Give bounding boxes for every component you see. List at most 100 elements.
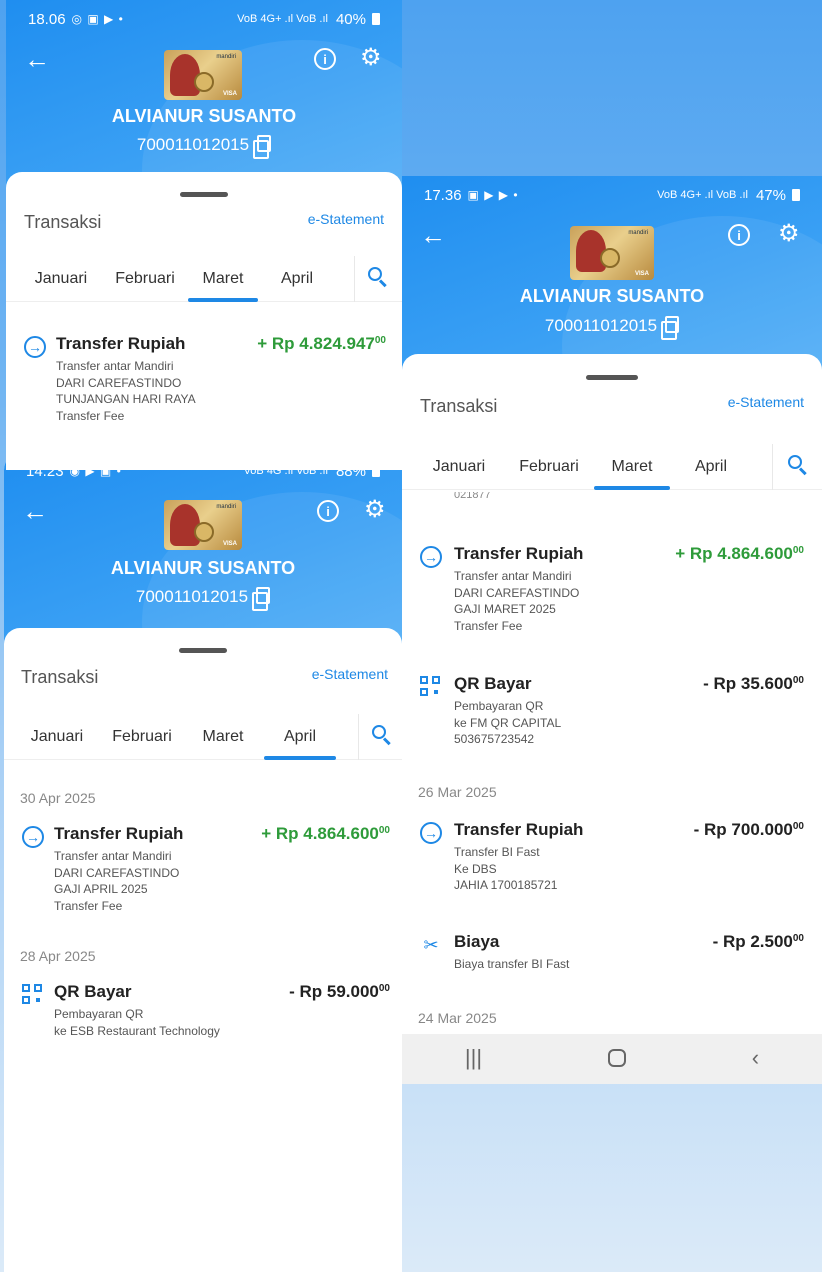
card-brand-logo: mandiri [628, 230, 648, 236]
settings-gear-icon[interactable]: ⚙ [778, 222, 800, 246]
transaction-title: Transfer Rupiah [454, 544, 584, 563]
screenshot-2: 14.23 ◉ ▶ ▣ • VoB 4G .ıl VoB .ıl 88% ← i… [4, 452, 402, 1272]
transaction-details: Transfer antar Mandiri DARI CAREFASTINDO… [54, 849, 180, 913]
battery-percent: 47% [755, 186, 786, 204]
account-number: 700011012015 [135, 587, 249, 606]
battery-icon [792, 189, 800, 201]
transaction-item[interactable]: ✂ Biaya - Rp 2.50000 Biaya transfer BI F… [402, 932, 822, 982]
transaction-item[interactable]: → Transfer Rupiah + Rp 4.864.60000 Trans… [4, 824, 402, 914]
month-tabs: Januari Februari Maret April [4, 714, 402, 760]
e-statement-link[interactable]: e-Statement [312, 666, 388, 682]
card-brand-logo: mandiri [216, 504, 236, 510]
transaction-details: Transfer BI Fast Ke DBS JAHIA 1700185721 [454, 845, 558, 892]
card-visa-logo: VISA [222, 91, 237, 97]
transaction-details: Biaya transfer BI Fast [454, 957, 570, 971]
transaction-item[interactable]: → Transfer Rupiah - Rp 700.00000 Transfe… [402, 820, 822, 900]
network-icons: VoB 4G+ .ıl VoB .ıl [237, 13, 328, 25]
info-icon[interactable]: i [728, 224, 750, 246]
back-arrow-icon[interactable]: ← [24, 46, 50, 72]
month-tabs: Januari Februari Maret April [6, 256, 402, 302]
search-icon[interactable] [788, 455, 808, 476]
drag-handle[interactable] [179, 648, 227, 653]
tab-maret[interactable]: Maret [186, 256, 260, 302]
tab-februari[interactable]: Februari [108, 256, 182, 302]
transaction-item[interactable]: QR Bayar - Rp 35.60000 Pembayaran QR ke … [402, 674, 822, 754]
status-right: VoB 4G+ .ıl VoB .ıl 40% [237, 11, 380, 28]
debit-card-image: mandiri VISA [570, 226, 654, 280]
account-number: 700011012015 [136, 135, 250, 154]
copy-icon[interactable] [661, 316, 680, 340]
account-name: ALVIANUR SUSANTO [110, 558, 296, 578]
copy-icon[interactable] [252, 587, 271, 611]
tab-divider [772, 444, 773, 490]
cut-off-text: 021877 [454, 492, 491, 500]
panel-title: Transaksi [420, 396, 498, 416]
date-header: 28 Apr 2025 [20, 948, 96, 964]
settings-gear-icon[interactable]: ⚙ [364, 498, 386, 522]
battery-icon [372, 13, 380, 25]
back-arrow-icon[interactable]: ← [22, 498, 48, 524]
transactions-panel: Transaksi e-Statement Januari Februari M… [6, 172, 402, 470]
debit-card-image: mandiri VISA [164, 500, 242, 550]
back-arrow-icon[interactable]: ← [420, 222, 446, 248]
panel-title: Transaksi [24, 212, 102, 232]
search-icon[interactable] [368, 267, 388, 288]
tab-februari[interactable]: Februari [510, 444, 588, 490]
system-back-button[interactable]: ‹ [752, 1045, 759, 1071]
tab-april[interactable]: April [270, 256, 324, 302]
notification-icons: ▣ ▶ ▶ • [467, 188, 519, 202]
e-statement-link[interactable]: e-Statement [728, 394, 804, 410]
tab-februari[interactable]: Februari [104, 714, 180, 760]
date-header: 26 Mar 2025 [418, 784, 497, 800]
info-icon[interactable]: i [314, 48, 336, 70]
card-coin [600, 248, 620, 268]
status-right: VoB 4G+ .ıl VoB .ıl 47% [657, 187, 800, 204]
tab-januari[interactable]: Januari [426, 444, 492, 490]
transaction-details: Pembayaran QR ke FM QR CAPITAL 503675723… [454, 699, 562, 746]
account-name: ALVIANUR SUSANTO [519, 286, 705, 306]
recent-apps-button[interactable]: ||| [465, 1045, 482, 1071]
fee-icon: ✂ [423, 935, 439, 955]
date-header: 24 Mar 2025 [418, 1010, 497, 1026]
transaction-amount: - Rp 2.50000 [712, 932, 804, 951]
tab-maret[interactable]: Maret [190, 714, 256, 760]
transaction-item[interactable]: → Transfer Rupiah + Rp 4.864.60000 Trans… [402, 544, 822, 634]
status-time: 17.36 [424, 186, 462, 204]
transaction-details: Pembayaran QR ke ESB Restaurant Technolo… [54, 1007, 220, 1038]
transaction-title: Biaya [454, 932, 500, 951]
screenshot-3: 17.36 ▣ ▶ ▶ • VoB 4G+ .ıl VoB .ıl 47% ← … [402, 176, 822, 1086]
tab-januari[interactable]: Januari [28, 256, 94, 302]
home-button[interactable] [607, 1049, 626, 1067]
copy-icon[interactable] [253, 135, 272, 159]
date-header: 30 Apr 2025 [20, 790, 96, 806]
transaction-item[interactable]: QR Bayar - Rp 59.00000 Pembayaran QR ke … [4, 982, 402, 1042]
account-number: 700011012015 [544, 316, 658, 335]
tab-januari[interactable]: Januari [24, 714, 90, 760]
qr-icon [22, 984, 44, 1006]
status-time: 18.06 [28, 10, 66, 28]
account-number-row: 700011012015 [6, 135, 402, 159]
drag-handle[interactable] [180, 192, 228, 197]
drag-handle[interactable] [586, 375, 638, 380]
settings-gear-icon[interactable]: ⚙ [360, 46, 382, 70]
transaction-amount: - Rp 35.60000 [703, 674, 804, 693]
transaction-item[interactable]: → Transfer Rupiah + Rp 4.824.94700 Trans… [6, 334, 402, 424]
transaction-title: QR Bayar [454, 674, 532, 693]
tab-maret[interactable]: Maret [592, 444, 672, 490]
debit-card-image: mandiri VISA [164, 50, 242, 100]
status-bar: 17.36 ▣ ▶ ▶ • VoB 4G+ .ıl VoB .ıl 47% [402, 178, 822, 212]
qr-icon [420, 676, 442, 698]
tab-april[interactable]: April [684, 444, 738, 490]
transaction-title: Transfer Rupiah [56, 334, 186, 353]
transaction-details: Transfer antar Mandiri DARI CAREFASTINDO… [454, 569, 580, 633]
search-icon[interactable] [372, 725, 392, 746]
transaction-amount: + Rp 4.864.60000 [675, 544, 804, 563]
transfer-icon: → [22, 826, 44, 848]
transaction-amount: + Rp 4.864.60000 [261, 824, 390, 843]
transaction-amount: - Rp 59.00000 [289, 982, 390, 1001]
account-name: ALVIANUR SUSANTO [111, 106, 297, 126]
tab-april[interactable]: April [262, 714, 338, 760]
card-visa-logo: VISA [634, 271, 649, 277]
e-statement-link[interactable]: e-Statement [308, 211, 384, 227]
info-icon[interactable]: i [317, 500, 339, 522]
